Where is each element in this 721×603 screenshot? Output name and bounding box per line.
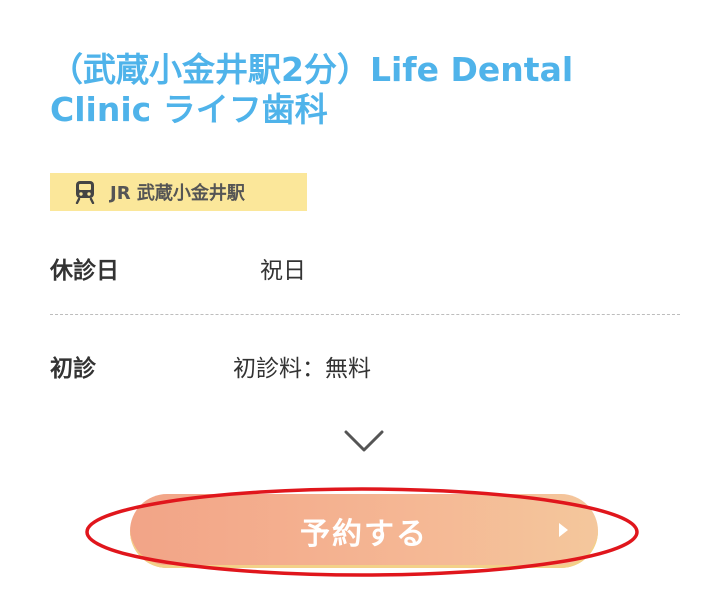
- train-icon: [75, 181, 95, 204]
- holiday-value: 祝日: [260, 258, 306, 284]
- first-visit-value: 初診料：無料: [233, 356, 371, 382]
- first-visit-row: 初診 初診料：無料: [50, 348, 680, 384]
- reserve-button[interactable]: 予約する: [130, 494, 598, 568]
- station-badge: JR 武蔵小金井駅: [50, 173, 307, 211]
- station-label: JR 武蔵小金井駅: [110, 183, 245, 204]
- first-visit-label: 初診: [50, 356, 96, 382]
- holiday-label: 休診日: [50, 258, 119, 284]
- clinic-title[interactable]: （武蔵小金井駅2分）Life Dental Clinic ライフ歯科: [50, 50, 670, 130]
- chevron-down-icon[interactable]: [343, 428, 385, 454]
- holiday-row: 休診日 祝日: [50, 250, 680, 286]
- row-divider: [50, 314, 680, 315]
- triangle-right-icon: [559, 523, 568, 537]
- reserve-button-label: 予約する: [300, 518, 428, 551]
